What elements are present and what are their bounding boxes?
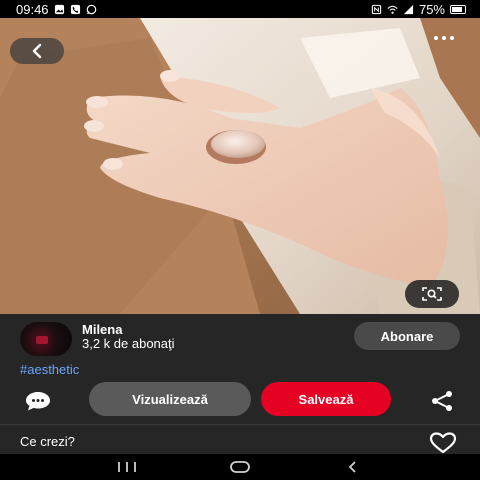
- nfc-icon: [371, 4, 382, 14]
- status-bar: 09:46 75%: [0, 0, 480, 18]
- more-dot: [434, 36, 438, 40]
- heart-icon[interactable]: [429, 432, 457, 454]
- recent-apps-button[interactable]: [107, 457, 147, 477]
- hashtag-link[interactable]: #aesthetic: [20, 362, 79, 377]
- back-button[interactable]: [10, 38, 64, 64]
- signal-icon: [403, 4, 414, 14]
- recent-apps-icon: [117, 462, 136, 472]
- pin-photo-illustration: [0, 18, 480, 314]
- back-arrow-icon: [32, 43, 42, 59]
- home-button[interactable]: [220, 457, 260, 477]
- system-back-button[interactable]: [333, 457, 373, 477]
- gallery-icon: [54, 4, 64, 14]
- save-button[interactable]: Salvează: [261, 382, 391, 416]
- more-dot: [450, 36, 454, 40]
- creator-followers: 3,2 k de abonaţi: [82, 336, 175, 351]
- whatsapp-icon: [86, 4, 96, 14]
- visual-search-icon: [422, 287, 442, 301]
- more-dot: [442, 36, 446, 40]
- creator-avatar[interactable]: [20, 322, 72, 356]
- wifi-icon: [387, 5, 398, 14]
- status-right: 75%: [371, 2, 466, 17]
- visual-search-button[interactable]: [405, 280, 459, 308]
- status-time: 09:46: [16, 1, 49, 17]
- share-icon[interactable]: [430, 390, 454, 412]
- divider: [0, 424, 480, 425]
- system-navigation-bar: [0, 454, 480, 480]
- view-button[interactable]: Vizualizează: [89, 382, 251, 416]
- home-icon: [230, 461, 250, 473]
- status-left: 09:46: [16, 2, 97, 17]
- pin-image[interactable]: [0, 18, 480, 314]
- more-options-icon[interactable]: [420, 24, 468, 52]
- phone-icon: [70, 4, 80, 14]
- system-back-icon: [349, 461, 356, 473]
- comment-icon[interactable]: [24, 390, 52, 412]
- creator-name[interactable]: Milena: [82, 322, 122, 337]
- battery-icon: [450, 4, 466, 14]
- battery-percent: 75%: [418, 1, 445, 17]
- pin-details-panel: Milena 3,2 k de abonaţi Abonare #aesthet…: [0, 314, 480, 454]
- comment-prompt[interactable]: Ce crezi?: [20, 434, 75, 449]
- subscribe-button[interactable]: Abonare: [354, 322, 460, 350]
